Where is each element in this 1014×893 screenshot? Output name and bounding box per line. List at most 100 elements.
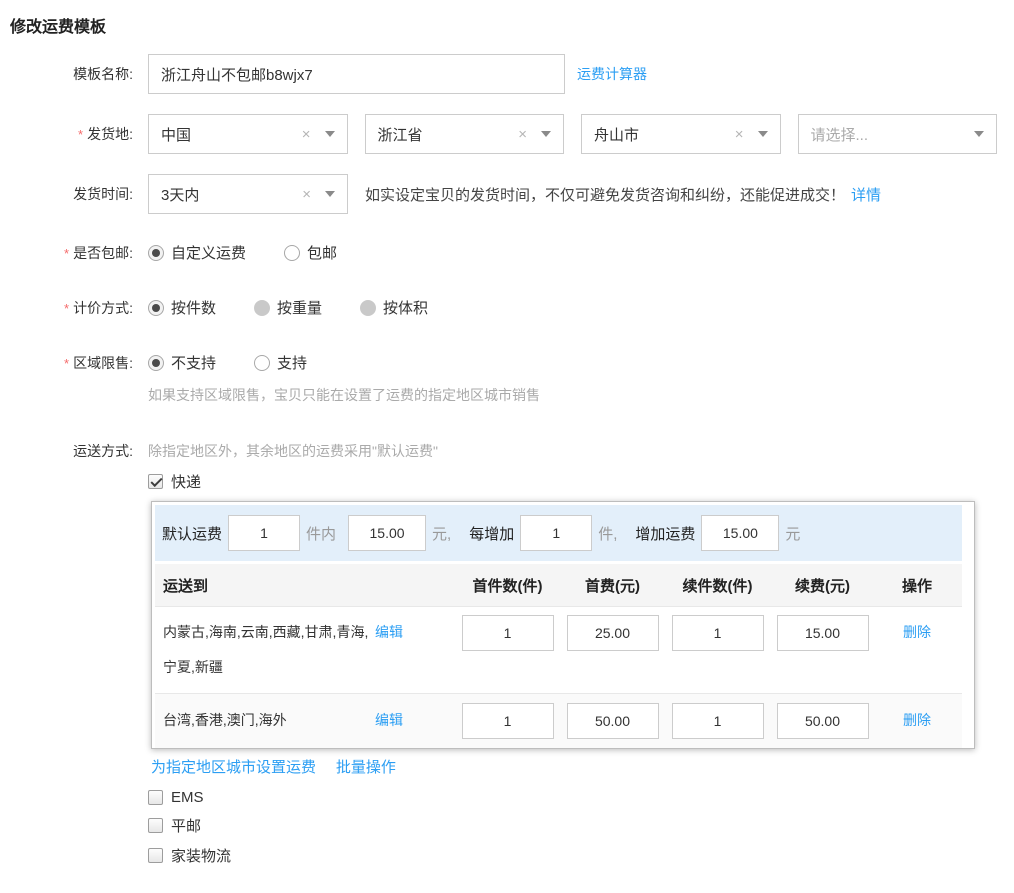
default-qty-unit: 件内 [306,523,336,544]
table-row: 台湾,香港,澳门,海外 编辑 删除 [155,693,962,748]
checkbox-checked-icon[interactable] [148,474,163,489]
header-ship-to: 运送到 [155,575,375,596]
origin-province-value: 浙江省 [378,124,519,145]
delete-link[interactable]: 删除 [903,703,931,738]
default-qty-input[interactable] [228,515,300,551]
pricing-method-label: *计价方式: [10,298,148,318]
origin-district-select[interactable]: 请选择... [798,114,998,154]
carrier-express-row[interactable]: 快递 [148,471,1014,492]
required-asterisk: * [78,127,83,142]
radio-option-not-support[interactable]: 不支持 [148,352,216,373]
batch-operation-link[interactable]: 批量操作 [336,759,396,776]
express-fee-panel: 默认运费 件内 元, 每增加 件, 增加运费 元 运送到 首件数(件) 首费(元… [151,501,975,749]
renew-fee-input[interactable] [777,703,869,739]
fee-table-header: 运送到 首件数(件) 首费(元) 续件数(件) 续费(元) 操作 [155,564,962,606]
default-fee-unit: 元, [432,523,451,544]
panel-links: 为指定地区城市设置运费 批量操作 [151,756,1014,777]
delivery-time-row: 发货时间: 3天内 × 如实设定宝贝的发货时间，不仅可避免发货咨询和纠纷，还能促… [10,174,1014,214]
template-name-label: 模板名称: [10,64,148,84]
edit-link[interactable]: 编辑 [375,712,403,728]
clear-icon[interactable]: × [302,127,311,142]
radio-disabled-icon [254,300,270,316]
required-asterisk: * [64,301,69,316]
region-limit-row: *区域限售: 不支持 支持 [10,352,1014,373]
carrier-ems-label: EMS [171,789,204,806]
renew-qty-input[interactable] [672,703,764,739]
clear-icon[interactable]: × [518,127,527,142]
origin-country-select[interactable]: 中国 × [148,114,348,154]
origin-label: *发货地: [10,124,148,144]
radio-option-by-piece[interactable]: 按件数 [148,297,216,318]
edit-shipping-template-page: 修改运费模板 模板名称: 运费计算器 *发货地: 中国 × 浙江省 × 舟山市 … [0,0,1014,866]
header-renew-qty: 续件数(件) [665,575,770,596]
radio-checked-icon[interactable] [148,245,164,261]
origin-country-value: 中国 [161,124,302,145]
default-fee-prefix: 默认运费 [162,523,222,544]
origin-city-select[interactable]: 舟山市 × [581,114,781,154]
shipping-method-row: 运送方式: 除指定地区外，其余地区的运费采用"默认运费" [10,441,1014,461]
delete-link[interactable]: 删除 [903,615,931,650]
carrier-home-logistics-label: 家装物流 [171,845,231,866]
set-region-fee-link[interactable]: 为指定地区城市设置运费 [151,759,316,776]
region-limit-hint: 如果支持区域限售，宝贝只能在设置了运费的指定地区城市销售 [148,385,1014,405]
default-fee-row: 默认运费 件内 元, 每增加 件, 增加运费 元 [155,505,962,561]
edit-link[interactable]: 编辑 [375,624,403,640]
first-fee-input[interactable] [567,703,659,739]
chevron-down-icon[interactable] [325,131,335,137]
radio-option-by-weight: 按重量 [254,297,322,318]
chevron-down-icon[interactable] [325,191,335,197]
radio-checked-icon[interactable] [148,355,164,371]
radio-option-free-shipping[interactable]: 包邮 [284,242,337,263]
incr-qty-input[interactable] [520,515,592,551]
header-first-qty: 首件数(件) [455,575,560,596]
carrier-express-label: 快递 [171,471,201,492]
radio-option-support[interactable]: 支持 [254,352,307,373]
origin-province-select[interactable]: 浙江省 × [365,114,565,154]
radio-unchecked-icon[interactable] [254,355,270,371]
row-region-text: 内蒙古,海南,云南,西藏,甘肃,青海,宁夏,新疆 [155,615,375,685]
header-first-fee: 首费(元) [560,575,665,596]
chevron-down-icon[interactable] [758,131,768,137]
carrier-surface-mail-row[interactable]: 平邮 [148,815,1014,836]
template-name-row: 模板名称: 运费计算器 [10,54,1014,94]
shipping-method-hint: 除指定地区外，其余地区的运费采用"默认运费" [148,441,438,461]
carrier-home-logistics-row[interactable]: 家装物流 [148,845,1014,866]
pricing-method-row: *计价方式: 按件数 按重量 按体积 [10,297,1014,318]
origin-district-placeholder: 请选择... [811,124,975,145]
free-shipping-row: *是否包邮: 自定义运费 包邮 [10,242,1014,263]
shipping-method-label: 运送方式: [10,441,148,461]
delivery-time-select[interactable]: 3天内 × [148,174,348,214]
incr-fee-label: 增加运费 [635,523,695,544]
first-qty-input[interactable] [462,703,554,739]
radio-unchecked-icon[interactable] [284,245,300,261]
incr-qty-unit: 件, [598,523,617,544]
renew-fee-input[interactable] [777,615,869,651]
clear-icon[interactable]: × [302,187,311,202]
row-region-text: 台湾,香港,澳门,海外 [155,703,375,738]
origin-row: *发货地: 中国 × 浙江省 × 舟山市 × 请选择... [10,114,1014,154]
carrier-ems-row[interactable]: EMS [148,789,1014,806]
freight-calculator-link[interactable]: 运费计算器 [577,64,647,84]
carrier-surface-mail-label: 平邮 [171,815,201,836]
first-fee-input[interactable] [567,615,659,651]
header-renew-fee: 续费(元) [770,575,875,596]
renew-qty-input[interactable] [672,615,764,651]
checkbox-unchecked-icon[interactable] [148,848,163,863]
checkbox-unchecked-icon[interactable] [148,790,163,805]
template-name-input[interactable] [148,54,565,94]
page-title: 修改运费模板 [10,13,1014,37]
radio-option-custom-freight[interactable]: 自定义运费 [148,242,246,263]
header-operation: 操作 [875,575,959,596]
default-fee-input[interactable] [348,515,426,551]
detail-link[interactable]: 详情 [851,184,881,205]
clear-icon[interactable]: × [735,127,744,142]
checkbox-unchecked-icon[interactable] [148,818,163,833]
incr-fee-input[interactable] [701,515,779,551]
origin-city-value: 舟山市 [594,124,735,145]
required-asterisk: * [64,246,69,261]
chevron-down-icon[interactable] [541,131,551,137]
chevron-down-icon[interactable] [974,131,984,137]
radio-checked-icon[interactable] [148,300,164,316]
delivery-time-hint: 如实设定宝贝的发货时间，不仅可避免发货咨询和纠纷，还能促进成交！ [365,184,845,205]
first-qty-input[interactable] [462,615,554,651]
